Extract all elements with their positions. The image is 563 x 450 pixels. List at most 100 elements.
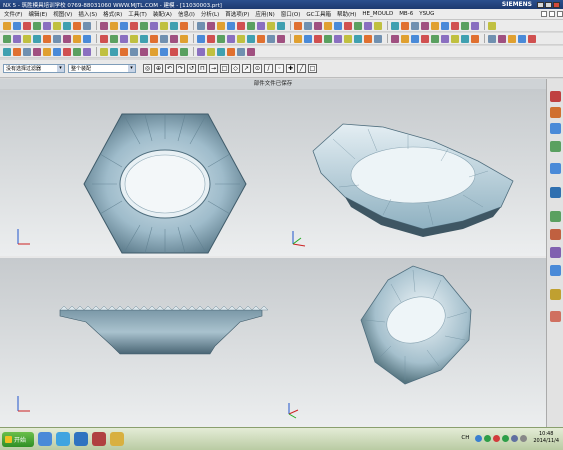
sketch-icon[interactable] bbox=[23, 47, 31, 56]
extrude-icon[interactable] bbox=[100, 21, 108, 30]
revolve-icon[interactable] bbox=[43, 47, 51, 56]
web-browser-icon[interactable] bbox=[550, 141, 561, 152]
sketch-icon[interactable] bbox=[227, 34, 235, 43]
paste-icon[interactable] bbox=[401, 21, 409, 30]
redo-icon[interactable] bbox=[180, 47, 188, 56]
assembly-navigator-icon[interactable] bbox=[550, 91, 561, 102]
snap-point-icon[interactable]: ↗ bbox=[242, 64, 251, 73]
extrude-icon[interactable] bbox=[267, 21, 275, 30]
save-icon[interactable] bbox=[130, 47, 138, 56]
undo-icon[interactable] bbox=[207, 34, 215, 43]
viewport-isometric[interactable] bbox=[273, 258, 546, 427]
snap-point-icon[interactable]: ╱ bbox=[297, 64, 306, 73]
volume-icon[interactable] bbox=[511, 434, 519, 442]
copy-icon[interactable] bbox=[528, 34, 536, 43]
extrude-icon[interactable] bbox=[207, 47, 215, 56]
reuse-library-icon[interactable] bbox=[550, 123, 561, 134]
language-indicator[interactable]: CH bbox=[461, 435, 469, 441]
chamfer-icon[interactable] bbox=[314, 21, 322, 30]
system-materials-icon[interactable] bbox=[550, 187, 561, 198]
hole-icon[interactable] bbox=[461, 21, 469, 30]
history-icon[interactable] bbox=[550, 163, 561, 174]
shell-icon[interactable] bbox=[120, 34, 128, 43]
new-icon[interactable] bbox=[110, 47, 118, 56]
paste-icon[interactable] bbox=[197, 34, 205, 43]
chamfer-icon[interactable] bbox=[140, 21, 148, 30]
new-icon[interactable] bbox=[314, 34, 322, 43]
blend-icon[interactable] bbox=[471, 21, 479, 30]
shell-icon[interactable] bbox=[83, 47, 91, 56]
process-studio-icon[interactable] bbox=[550, 211, 561, 222]
revolve-icon[interactable] bbox=[421, 34, 429, 43]
new-icon[interactable] bbox=[344, 21, 352, 30]
input-method-icon[interactable] bbox=[520, 434, 528, 442]
snap-point-icon[interactable]: ◦ bbox=[275, 64, 284, 73]
doc-restore-button[interactable] bbox=[549, 11, 555, 17]
extrude-icon[interactable] bbox=[441, 21, 449, 30]
menu-insert[interactable]: 插入(S) bbox=[78, 10, 97, 18]
paste-icon[interactable] bbox=[53, 21, 61, 30]
help-icon[interactable] bbox=[475, 434, 483, 442]
blend-icon[interactable] bbox=[267, 34, 275, 43]
sketch-icon[interactable] bbox=[257, 21, 265, 30]
snap-point-icon[interactable]: ⊕ bbox=[154, 64, 163, 73]
undo-icon[interactable] bbox=[63, 21, 71, 30]
open-icon[interactable] bbox=[120, 47, 128, 56]
shell-icon[interactable] bbox=[150, 21, 158, 30]
redo-icon[interactable] bbox=[391, 34, 399, 43]
snap-point-icon[interactable]: ◇ bbox=[231, 64, 240, 73]
sketch-icon[interactable] bbox=[53, 34, 61, 43]
snap-point-icon[interactable]: □ bbox=[220, 64, 229, 73]
shell-icon[interactable] bbox=[324, 21, 332, 30]
view-icon[interactable] bbox=[471, 34, 479, 43]
blend-icon[interactable] bbox=[237, 47, 245, 56]
cut-icon[interactable] bbox=[3, 34, 11, 43]
new-icon[interactable] bbox=[3, 21, 11, 30]
save-icon[interactable] bbox=[197, 21, 205, 30]
redo-icon[interactable] bbox=[247, 21, 255, 30]
network-icon[interactable] bbox=[484, 434, 492, 442]
revolve-icon[interactable] bbox=[247, 34, 255, 43]
copy-icon[interactable] bbox=[354, 34, 362, 43]
chamfer-icon[interactable] bbox=[277, 34, 285, 43]
blend-icon[interactable] bbox=[100, 34, 108, 43]
snap-point-icon[interactable]: ↷ bbox=[176, 64, 185, 73]
viewport-front[interactable] bbox=[0, 258, 273, 427]
chamfer-icon[interactable] bbox=[488, 21, 496, 30]
menu-edit[interactable]: 编辑(E) bbox=[28, 10, 47, 18]
menu-preferences[interactable]: 首选项(P) bbox=[225, 10, 249, 18]
folder-taskbar-icon[interactable] bbox=[110, 432, 124, 446]
copy-icon[interactable] bbox=[391, 21, 399, 30]
doc-minimize-button[interactable] bbox=[541, 11, 547, 17]
cut-icon[interactable] bbox=[33, 21, 41, 30]
part-navigator-icon[interactable] bbox=[550, 265, 561, 276]
menu-tools[interactable]: 工具(T) bbox=[128, 10, 147, 18]
undo-icon[interactable] bbox=[170, 47, 178, 56]
menu-information[interactable]: 信息(I) bbox=[178, 10, 195, 18]
paste-icon[interactable] bbox=[23, 34, 31, 43]
open-icon[interactable] bbox=[150, 34, 158, 43]
cut-icon[interactable] bbox=[207, 21, 215, 30]
sketch-icon[interactable] bbox=[83, 21, 91, 30]
sketch-icon[interactable] bbox=[401, 34, 409, 43]
part-navigator-icon[interactable] bbox=[550, 107, 561, 118]
blend-icon[interactable] bbox=[441, 34, 449, 43]
hole-icon[interactable] bbox=[257, 34, 265, 43]
reuse-library-icon[interactable] bbox=[550, 289, 561, 300]
copy-icon[interactable] bbox=[217, 21, 225, 30]
revolve-icon[interactable] bbox=[451, 21, 459, 30]
sketch-icon[interactable] bbox=[431, 21, 439, 30]
snap-point-icon[interactable]: ↺ bbox=[187, 64, 196, 73]
roles-icon[interactable] bbox=[550, 229, 561, 240]
viewport-trimetric[interactable] bbox=[273, 89, 546, 256]
antivirus-icon[interactable] bbox=[493, 434, 501, 442]
doc-close-button[interactable] bbox=[557, 11, 563, 17]
extrude-icon[interactable] bbox=[411, 34, 419, 43]
snap-point-icon[interactable]: □ bbox=[308, 64, 317, 73]
web-browser-icon[interactable] bbox=[550, 311, 561, 322]
shell-icon[interactable] bbox=[294, 34, 302, 43]
minimize-button[interactable] bbox=[537, 1, 544, 8]
blend-icon[interactable] bbox=[63, 47, 71, 56]
copy-icon[interactable] bbox=[13, 34, 21, 43]
chamfer-icon[interactable] bbox=[247, 47, 255, 56]
